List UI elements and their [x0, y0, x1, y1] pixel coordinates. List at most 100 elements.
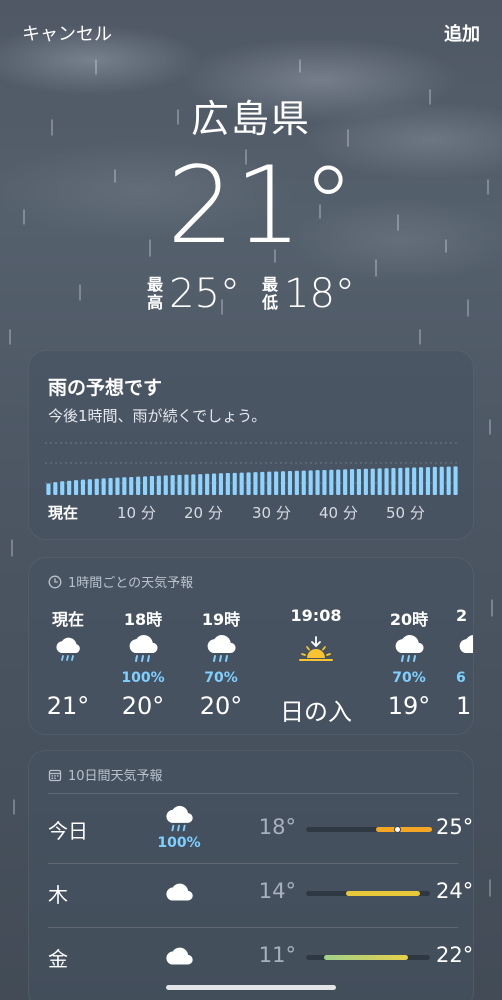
- hour-precip: 100%: [121, 670, 165, 686]
- precip-bar: [329, 469, 334, 495]
- precip-bar: [115, 477, 120, 495]
- hour-temp: 19°: [387, 692, 431, 720]
- precip-bar: [287, 471, 293, 495]
- top-bar: キャンセル 追加: [0, 20, 502, 48]
- precip-bar: [73, 480, 79, 495]
- hour-precip: [276, 670, 356, 686]
- precip-bar: [453, 466, 458, 495]
- day-row-fri[interactable]: 金 11° 22°: [48, 927, 473, 991]
- add-button[interactable]: 追加: [444, 20, 480, 46]
- precip-bar: [136, 476, 141, 495]
- day-name: 金: [48, 947, 68, 971]
- hour-precip: 70%: [204, 670, 238, 686]
- day-low: 11°: [258, 943, 296, 967]
- current-conditions: 広島県 21° 最 高 25° 最 低 18°: [0, 88, 502, 317]
- hour-item: 現在 21°: [33, 606, 103, 720]
- hour-time: 現在: [51, 610, 84, 629]
- temp-range-bar: [306, 826, 432, 833]
- rain-forecast-card[interactable]: 雨の予想です 今後1時間、雨が続くでしょう。 現在 10 分 20 分 30 分…: [28, 350, 474, 540]
- hourly-header-label: 1時間ごとの天気予報: [68, 576, 194, 591]
- precip-bar: [439, 466, 444, 495]
- hourly-forecast-card[interactable]: 1時間ごとの天気予報 現在 21° 18時 100% 20° 19時 70% 2…: [28, 557, 474, 735]
- precip-bar: [122, 477, 127, 495]
- precip-bar: [356, 468, 362, 495]
- hour-item: 19時 70% 20°: [186, 606, 256, 720]
- precip-bar: [232, 472, 237, 495]
- day-row-thu[interactable]: 木 14° 24°: [48, 863, 473, 927]
- precip-bar: [349, 469, 355, 495]
- precip-bar: [301, 470, 306, 495]
- high-low: 最 高 25° 最 低 18°: [0, 271, 502, 317]
- precipitation-chart: [45, 442, 459, 495]
- axis-label-40: 40 分: [319, 504, 358, 522]
- day-name: 木: [48, 883, 68, 907]
- axis-label-30: 30 分: [252, 504, 291, 522]
- home-indicator[interactable]: [166, 985, 336, 990]
- day-name: 今日: [48, 819, 88, 843]
- divider: [48, 793, 458, 794]
- precip-bar: [294, 470, 299, 495]
- precip-bar: [425, 467, 431, 495]
- location-name: 広島県: [190, 97, 311, 141]
- current-temperature: 21°: [167, 144, 355, 267]
- calendar-icon: [48, 769, 62, 781]
- precip-bar: [60, 481, 65, 495]
- day-high: 25°: [436, 815, 474, 839]
- rain-icon: [395, 635, 424, 662]
- hour-precip: 70%: [392, 670, 426, 686]
- day-low: 18°: [258, 815, 296, 839]
- day-low: 14°: [258, 879, 296, 903]
- cancel-button[interactable]: キャンセル: [22, 20, 112, 46]
- axis-label-10: 10 分: [117, 504, 156, 522]
- precip-bar: [218, 473, 224, 495]
- precip-bar: [274, 471, 279, 495]
- precip-bar: [163, 475, 168, 495]
- precip-bar: [432, 466, 437, 495]
- low-temp: 18°: [284, 271, 355, 317]
- hour-precip: 6: [456, 670, 466, 686]
- high-label: 最 高: [147, 275, 164, 312]
- current-temp-dot: [394, 826, 401, 833]
- precip-bar: [142, 476, 148, 495]
- precip-bar: [149, 476, 155, 495]
- high-temp: 25°: [169, 271, 240, 317]
- rain-icon: [56, 637, 80, 661]
- rain-forecast-title: 雨の予想です: [48, 377, 163, 399]
- precip-bar: [191, 474, 196, 495]
- temp-range-fill: [346, 891, 420, 896]
- day-high: 22°: [436, 943, 474, 967]
- daily-forecast-card[interactable]: 10日間天気予報 今日 100% 18° 25° 木 14° 24° 金 11°…: [28, 750, 474, 1000]
- cloud-icon: [166, 947, 193, 965]
- precip-bar: [198, 474, 203, 495]
- hour-time: 18時: [123, 610, 163, 629]
- precip-bar: [267, 471, 272, 495]
- precip-bar: [184, 474, 189, 495]
- daily-header: 10日間天気予報: [48, 765, 163, 784]
- precip-bar: [80, 479, 86, 495]
- precip-bar: [412, 467, 417, 495]
- precip-bar: [315, 470, 320, 495]
- rain-time-axis: 現在 10 分 20 分 30 分 40 分 50 分: [48, 502, 458, 524]
- precip-bar: [391, 468, 396, 495]
- low-temp-group: 最 低 18°: [262, 271, 355, 317]
- hour-item-partial: 2 6 1: [456, 606, 473, 720]
- day-row-today[interactable]: 今日 100% 18° 25°: [48, 799, 473, 863]
- precip-bar: [260, 471, 265, 495]
- sunset-label: 日の入: [280, 698, 352, 726]
- precip-bar: [418, 467, 424, 495]
- precip-bar: [205, 473, 210, 495]
- precip-bar: [67, 480, 72, 495]
- precip-bar: [129, 476, 134, 495]
- precip-bar: [246, 472, 251, 495]
- hour-item: 18時 100% 20°: [108, 606, 178, 720]
- precip-bar: [336, 469, 341, 495]
- precip-bar: [343, 469, 348, 495]
- hour-time: 2: [456, 606, 468, 625]
- precip-bar: [239, 472, 244, 495]
- precip-bar: [170, 475, 175, 495]
- precip-bar: [253, 472, 258, 495]
- precip-bar: [211, 473, 217, 495]
- hour-time: 20時: [389, 610, 429, 629]
- precip-bar: [384, 468, 389, 495]
- hour-item: 20時 70% 19°: [374, 606, 444, 720]
